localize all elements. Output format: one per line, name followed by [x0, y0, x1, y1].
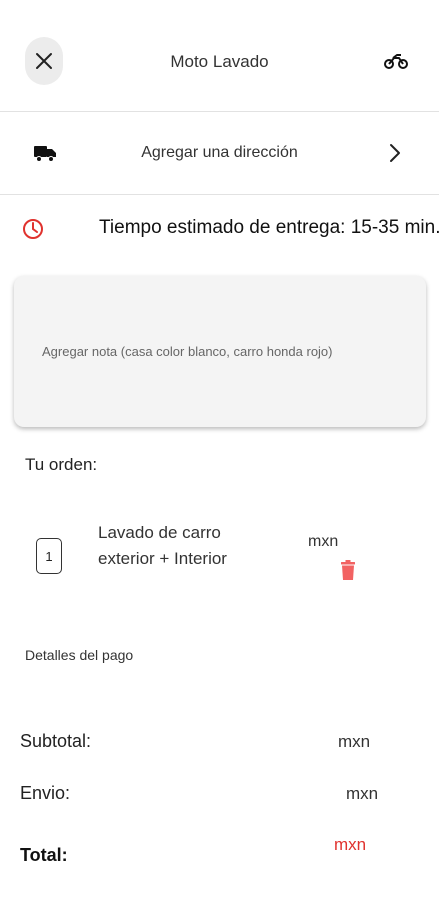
total-value: mxn — [334, 835, 367, 854]
quantity-box[interactable]: 1 — [36, 538, 62, 574]
shipping-value: mxn — [346, 784, 379, 803]
delivery-time-text: Tiempo estimado de entrega: 15-35 min. — [99, 217, 439, 238]
subtotal-value: mxn — [338, 732, 371, 751]
order-item-price: mxn — [308, 533, 339, 550]
motorcycle-icon — [384, 54, 408, 69]
add-address-label: Agregar una dirección — [141, 144, 298, 161]
order-title: Tu orden: — [25, 455, 98, 474]
trash-icon[interactable] — [340, 560, 356, 580]
shipping-label: Envio: — [20, 783, 71, 803]
subtotal-label: Subtotal: — [20, 731, 92, 751]
note-placeholder: Agregar nota (casa color blanco, carro h… — [42, 344, 333, 359]
chevron-right-icon[interactable] — [388, 143, 402, 163]
page-title: Moto Lavado — [170, 52, 269, 71]
total-label: Total: — [20, 845, 68, 865]
payment-details-title: Detalles del pago — [25, 647, 134, 663]
order-item-name: Lavado de carro exterior + Interior — [98, 523, 227, 568]
clock-icon — [23, 219, 43, 239]
address-divider — [0, 194, 439, 195]
